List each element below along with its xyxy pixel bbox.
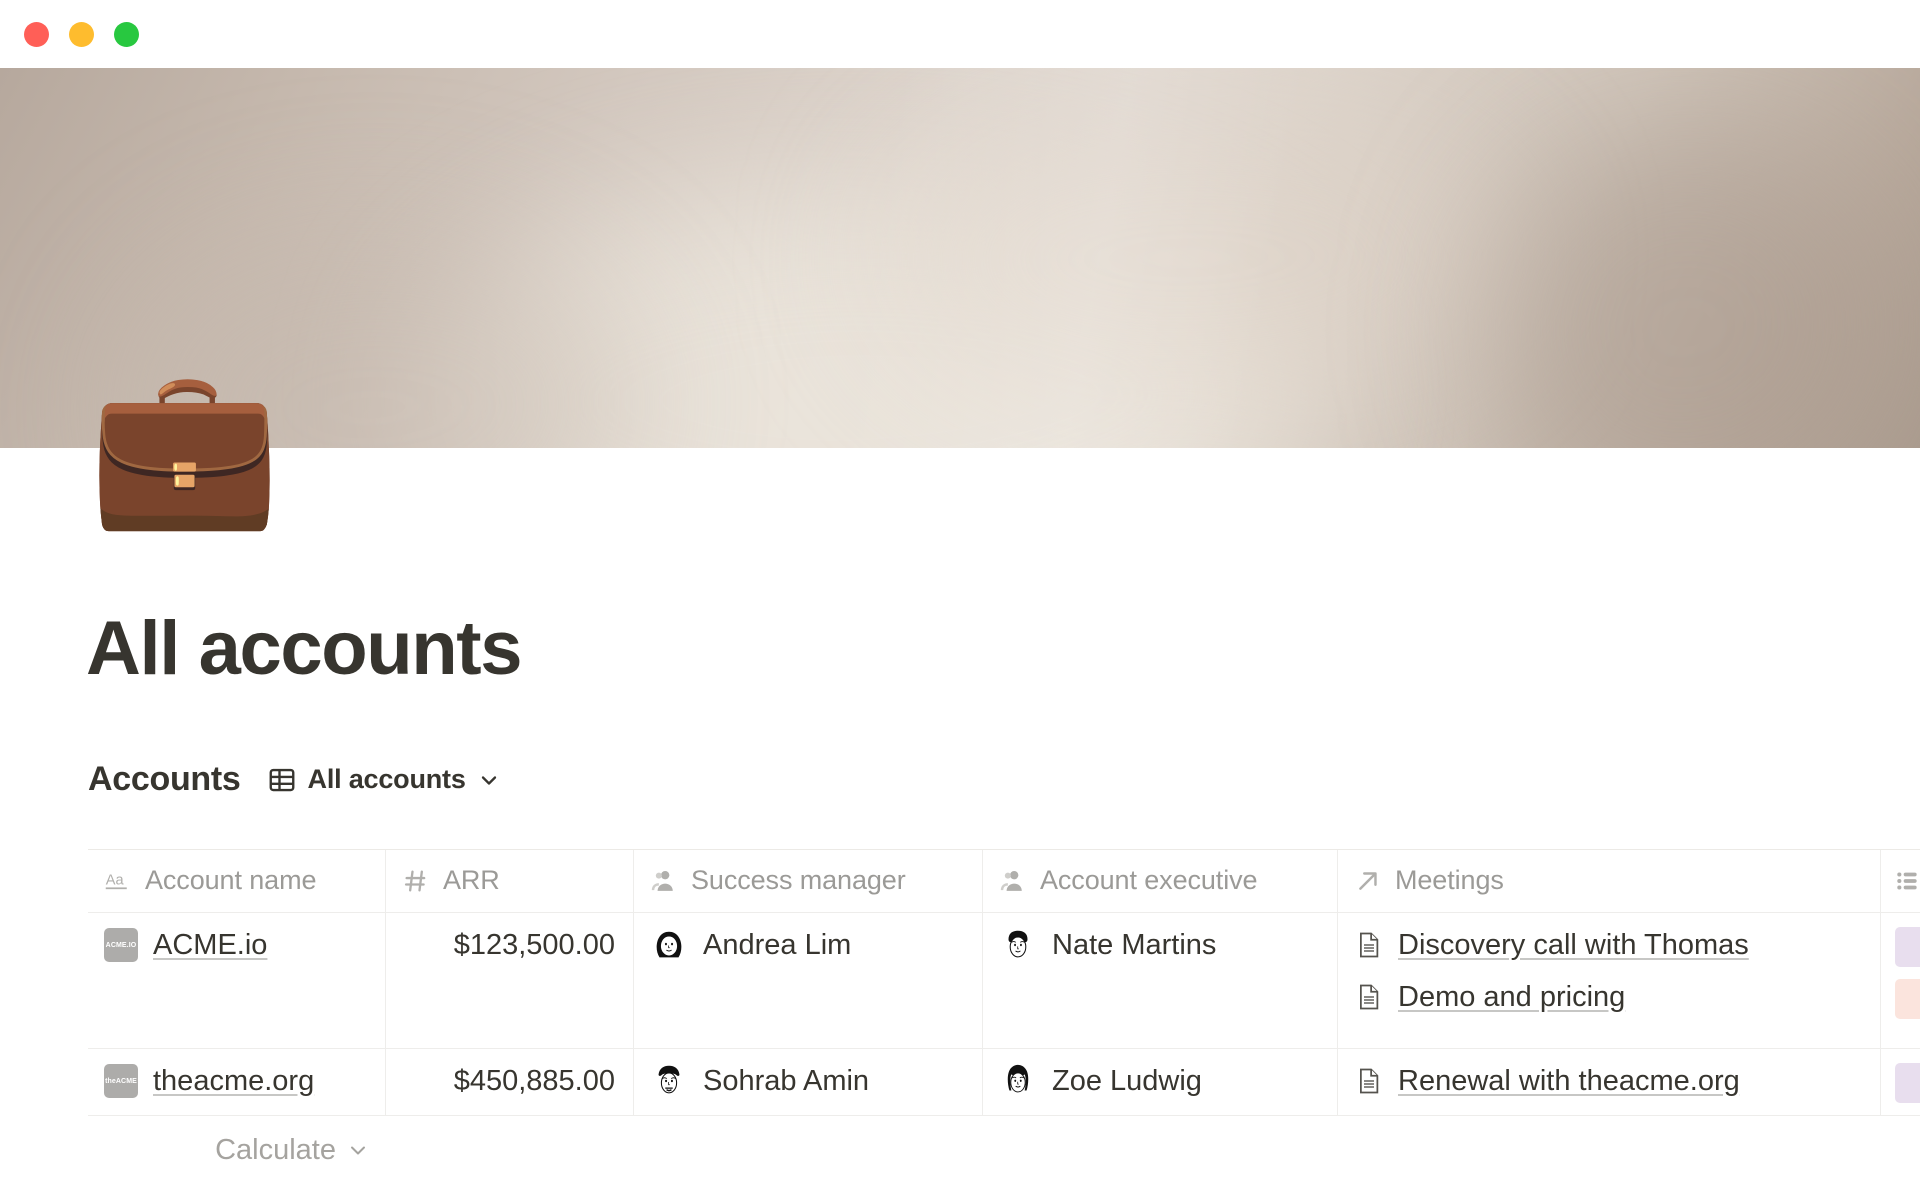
meeting-link[interactable]: Renewal with theacme.org [1398, 1065, 1740, 1098]
chevron-down-icon [346, 1138, 370, 1162]
database-view-selector[interactable]: All accounts [259, 761, 509, 798]
database-title: Accounts [88, 760, 241, 798]
person-name: Andrea Lim [703, 928, 852, 961]
column-header-arr[interactable]: ARR [386, 849, 634, 912]
briefcase-emoji-icon[interactable]: 💼 [88, 368, 281, 523]
table-row[interactable]: ACME.IO ACME.io $123,500.00 Andrea Lim N… [88, 913, 1920, 1049]
meeting-relation-item[interactable]: Demo and pricing [1354, 977, 1864, 1017]
avatar [650, 1062, 688, 1100]
person-name: Nate Martins [1052, 928, 1217, 961]
database-view-name: All accounts [307, 764, 466, 794]
page-document-icon [1354, 1066, 1384, 1096]
column-header-tags[interactable] [1881, 849, 1920, 912]
cell-meetings[interactable]: Renewal with theacme.org [1338, 1049, 1881, 1115]
person-icon [650, 867, 678, 895]
account-logo-icon: ACME.IO [104, 928, 138, 962]
column-header-meetings[interactable]: Meetings [1338, 849, 1881, 912]
cell-account-name[interactable]: theACME theacme.org [88, 1049, 386, 1115]
cell-account-executive[interactable]: Nate Martins [983, 913, 1338, 1048]
account-logo-icon: theACME [104, 1064, 138, 1098]
meeting-relation-item[interactable]: Renewal with theacme.org [1354, 1061, 1864, 1101]
column-header-label: Meetings [1395, 865, 1504, 895]
database-header: Accounts All accounts [88, 760, 509, 799]
column-header-account-executive[interactable]: Account executive [983, 849, 1338, 912]
meeting-relation-item[interactable]: Discovery call with Thomas [1354, 925, 1864, 965]
column-header-success-manager[interactable]: Success manager [634, 849, 983, 912]
cell-arr[interactable]: $450,885.00 [386, 1049, 634, 1115]
multi-select-icon [1895, 868, 1920, 894]
avatar [999, 1062, 1037, 1100]
arr-value: $123,500.00 [453, 928, 615, 961]
tag-chip[interactable] [1895, 979, 1920, 1019]
cell-arr[interactable]: $123,500.00 [386, 913, 634, 1048]
avatar [999, 926, 1037, 964]
svg-text:Aa: Aa [106, 872, 125, 888]
cell-tags[interactable] [1881, 913, 1920, 1048]
meeting-link[interactable]: Demo and pricing [1398, 981, 1625, 1014]
cell-tags[interactable] [1881, 1049, 1920, 1115]
chevron-down-icon [477, 768, 501, 792]
page-document-icon [1354, 930, 1384, 960]
person-name: Zoe Ludwig [1052, 1064, 1202, 1097]
account-name-link[interactable]: theacme.org [153, 1065, 314, 1098]
calculate-button[interactable]: Calculate [215, 1134, 370, 1167]
column-header-label: Account executive [1040, 865, 1258, 895]
page-content: 💼 All accounts Accounts All accounts Aa … [0, 0, 1920, 1200]
column-header-label: Account name [145, 865, 317, 895]
title-text-icon: Aa [104, 867, 132, 895]
cell-success-manager[interactable]: Andrea Lim [634, 913, 983, 1048]
tag-chip[interactable] [1895, 1063, 1920, 1103]
cell-meetings[interactable]: Discovery call with Thomas Demo and pric… [1338, 913, 1881, 1048]
page-document-icon [1354, 982, 1384, 1012]
meeting-link[interactable]: Discovery call with Thomas [1398, 929, 1749, 962]
calculate-cell[interactable]: Calculate [88, 1116, 386, 1184]
column-header-label: ARR [443, 865, 500, 895]
column-header-account-name[interactable]: Aa Account name [88, 849, 386, 912]
table-footer-row: Calculate [88, 1116, 1920, 1184]
table-row[interactable]: theACME theacme.org $450,885.00 Sohrab A… [88, 1049, 1920, 1116]
cell-success-manager[interactable]: Sohrab Amin [634, 1049, 983, 1115]
account-name-link[interactable]: ACME.io [153, 929, 267, 962]
avatar [650, 926, 688, 964]
arr-value: $450,885.00 [453, 1064, 615, 1097]
number-hash-icon [402, 867, 430, 895]
calculate-label: Calculate [215, 1133, 336, 1166]
page-title: All accounts [86, 606, 522, 691]
table-header-row: Aa Account name ARR Success manager Acco… [88, 849, 1920, 913]
cell-account-executive[interactable]: Zoe Ludwig [983, 1049, 1338, 1115]
accounts-table: Aa Account name ARR Success manager Acco… [88, 849, 1920, 1184]
table-icon [267, 765, 297, 795]
tag-chip[interactable] [1895, 927, 1920, 967]
cell-account-name[interactable]: ACME.IO ACME.io [88, 913, 386, 1048]
person-name: Sohrab Amin [703, 1064, 870, 1097]
relation-arrow-icon [1354, 867, 1382, 895]
table-top-divider [88, 849, 1920, 850]
column-header-label: Success manager [691, 865, 906, 895]
person-icon [999, 867, 1027, 895]
